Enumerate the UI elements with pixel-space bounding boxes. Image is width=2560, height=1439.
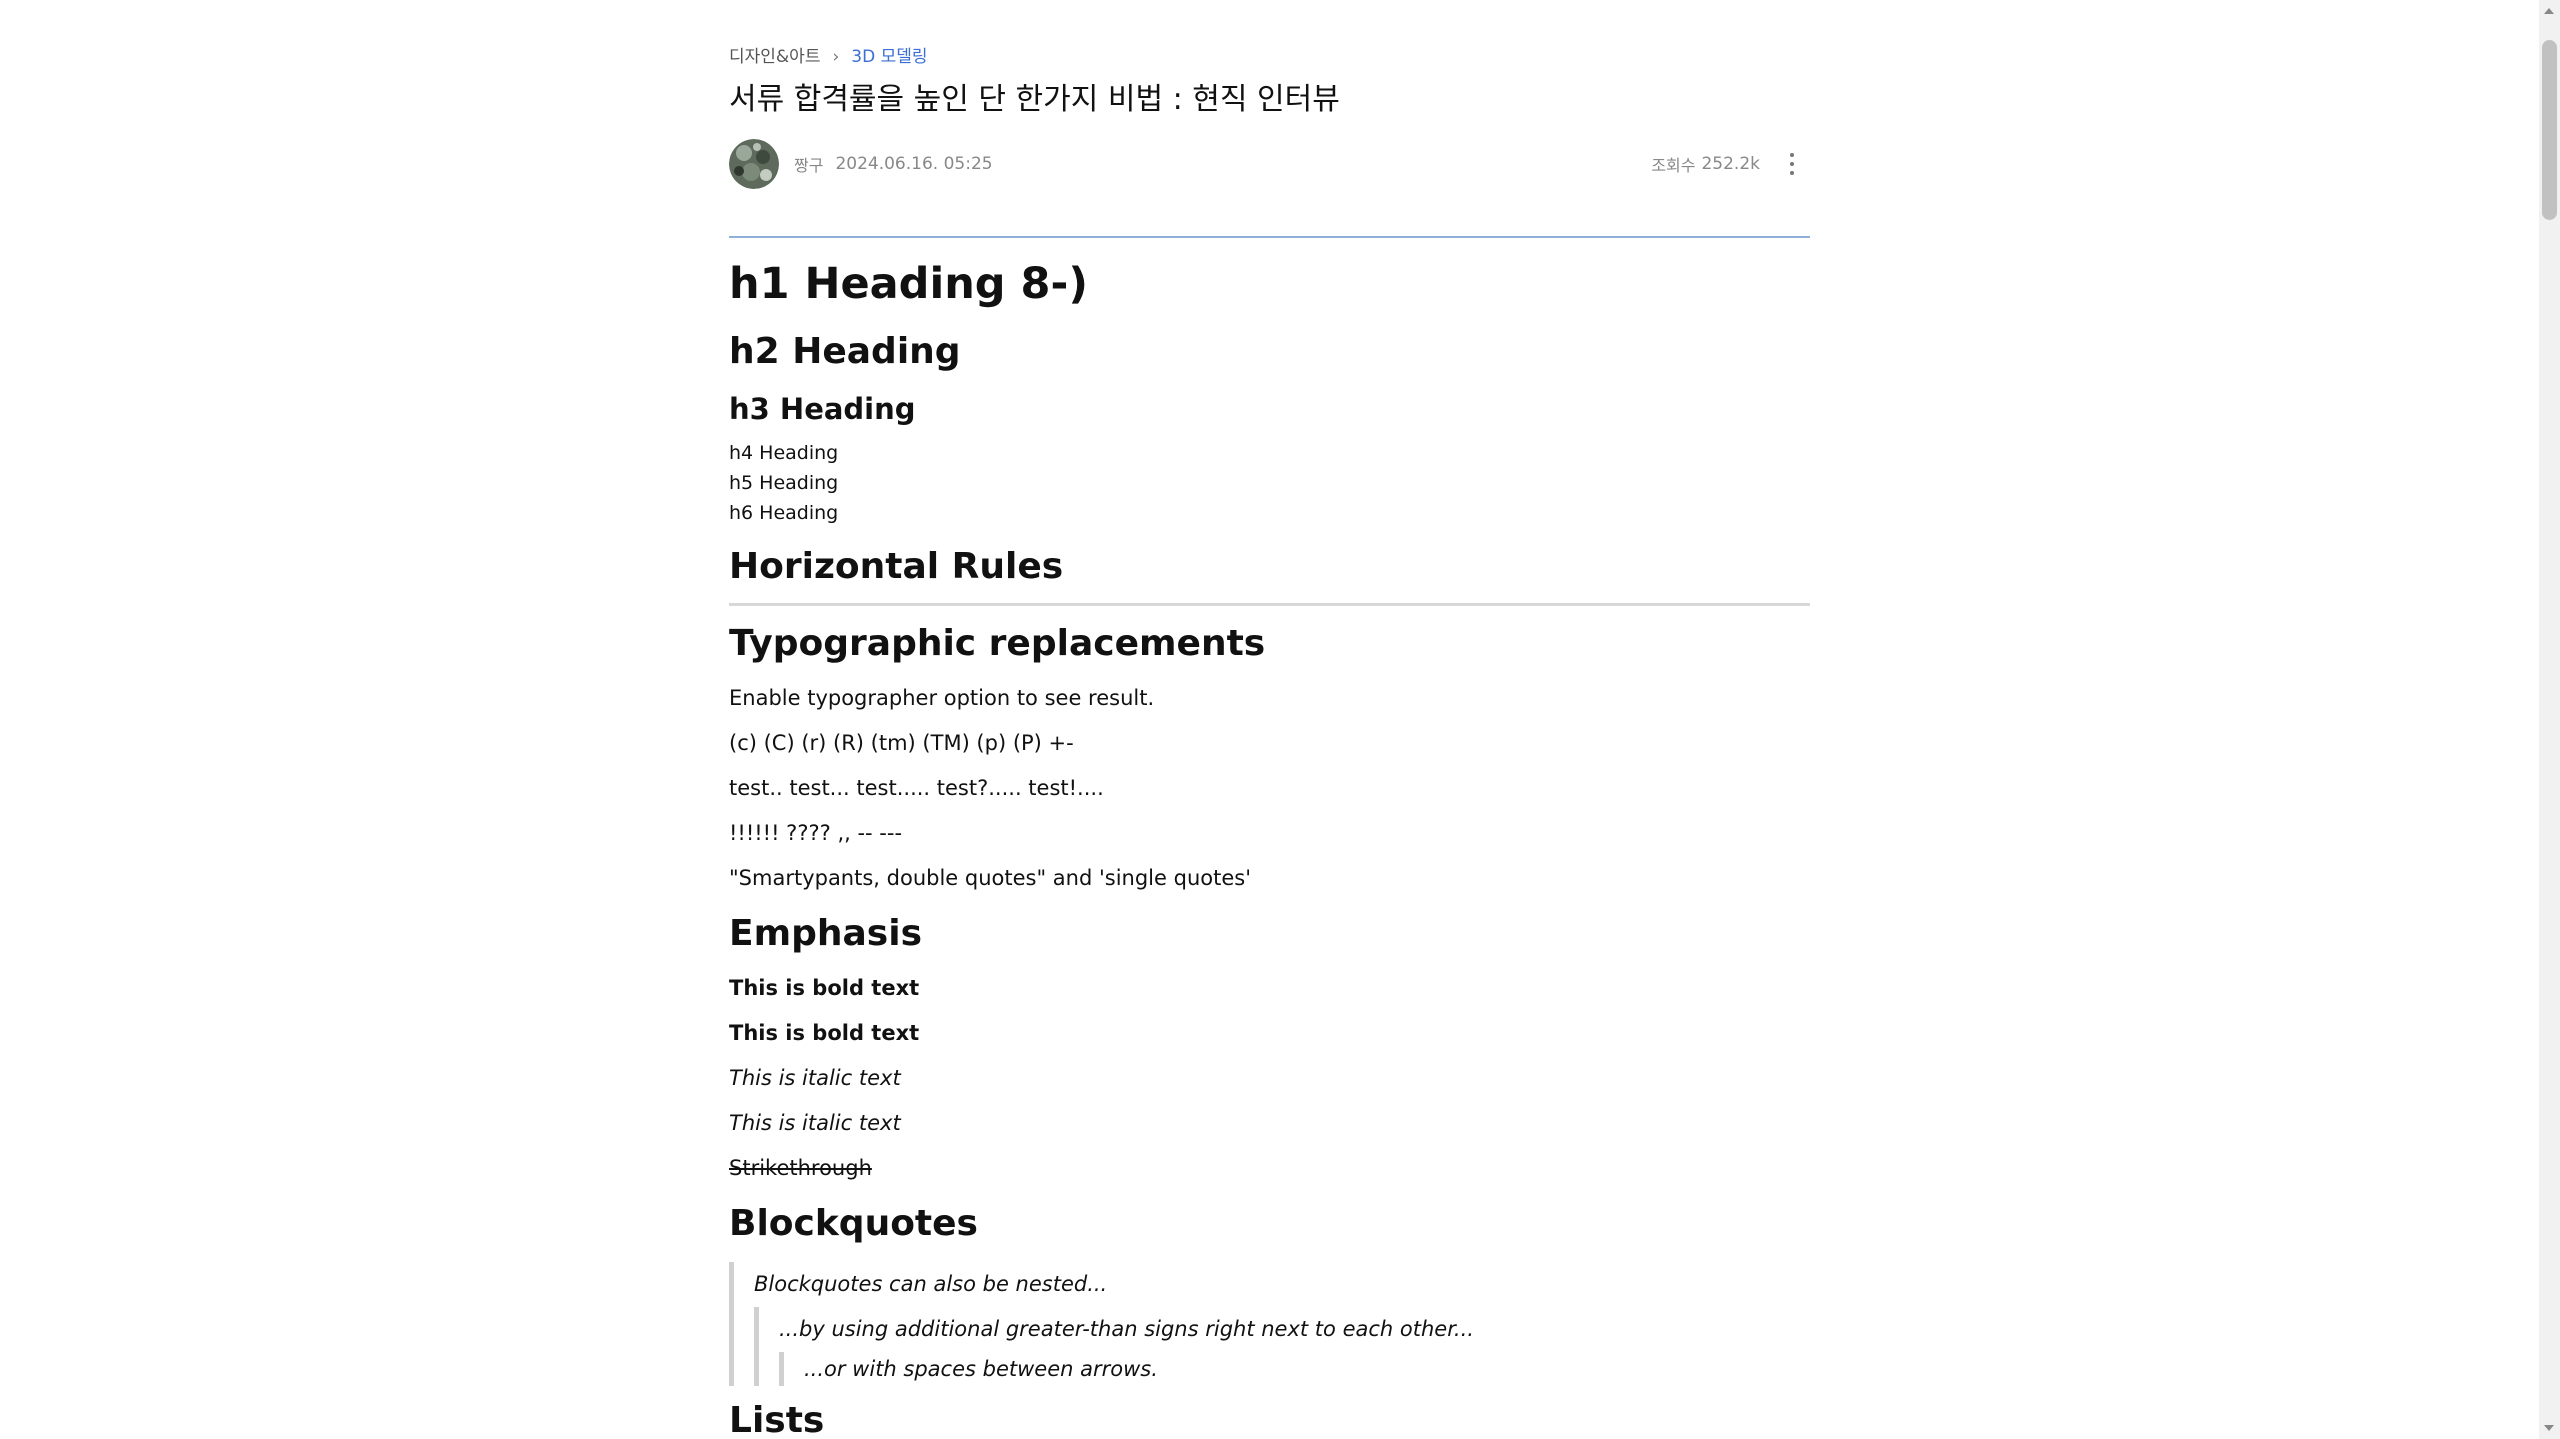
scroll-up-icon[interactable] [2544,8,2554,14]
post-meta: 짱구 2024.06.16. 05:25 조회수 252.2k [729,139,1810,189]
post-stats: 조회수 252.2k [1651,149,1810,179]
views-label: 조회수 [1651,156,1696,175]
md-heading-emphasis: Emphasis [729,913,922,954]
md-paragraph: Enable typographer option to see result. [729,686,1155,710]
md-bold-text: This is bold text [729,1021,920,1045]
md-heading-typographic: Typographic replacements [729,623,1266,664]
md-h2: h2 Heading [729,331,961,372]
md-h6: h6 Heading [729,502,839,524]
blockquote-level-2: ...by using additional greater-than sign… [754,1307,1810,1386]
horizontal-rule [729,603,1810,606]
md-italic-text: This is italic text [729,1066,901,1090]
blockquote-text: Blockquotes can also be nested... [754,1272,1108,1296]
title-divider [729,236,1810,238]
breadcrumb: 디자인&아트 › 3D 모델링 [729,44,928,70]
blockquote-level-3: ...or with spaces between arrows. [779,1352,1810,1386]
md-heading-lists: Lists [729,1400,825,1439]
post-title: 서류 합격률을 높인 단 한가지 비법 : 현직 인터뷰 [729,82,1340,117]
blockquote-text: ...by using additional greater-than sign… [779,1317,1474,1341]
md-paragraph: !!!!!! ???? ,, -- --- [729,821,903,845]
views-count: 252.2k [1701,154,1760,174]
blockquote-text: ...or with spaces between arrows. [804,1357,1158,1381]
blockquote-level-1: Blockquotes can also be nested... ...by … [729,1262,1810,1386]
md-paragraph: test.. test... test..... test?..... test… [729,776,1104,800]
md-h5: h5 Heading [729,472,839,494]
kebab-menu-icon[interactable] [1782,149,1802,179]
avatar[interactable] [729,139,779,189]
breadcrumb-category[interactable]: 디자인&아트 [729,44,820,70]
post-date: 2024.06.16. 05:25 [835,154,993,174]
md-italic-text: This is italic text [729,1111,901,1135]
md-h3: h3 Heading [729,392,916,426]
md-strikethrough-text: Strikethrough [729,1156,872,1180]
md-h4: h4 Heading [729,442,839,464]
chevron-right-icon: › [832,47,840,67]
author-name[interactable]: 짱구 [794,152,823,176]
breadcrumb-subcategory[interactable]: 3D 모델링 [851,44,927,70]
md-heading-blockquotes: Blockquotes [729,1203,978,1244]
md-h1: h1 Heading 8-) [729,259,1088,309]
page: 디자인&아트 › 3D 모델링 서류 합격률을 높인 단 한가지 비법 : 현직… [0,0,2560,1439]
md-bold-text: This is bold text [729,976,920,1000]
scrollbar-thumb[interactable] [2542,40,2557,220]
vertical-scrollbar[interactable] [2539,0,2560,1439]
md-paragraph: "Smartypants, double quotes" and 'single… [729,866,1251,890]
md-heading-horizontal-rules: Horizontal Rules [729,546,1064,587]
scroll-down-icon[interactable] [2544,1425,2554,1431]
md-paragraph: (c) (C) (r) (R) (tm) (TM) (p) (P) +- [729,731,1074,755]
